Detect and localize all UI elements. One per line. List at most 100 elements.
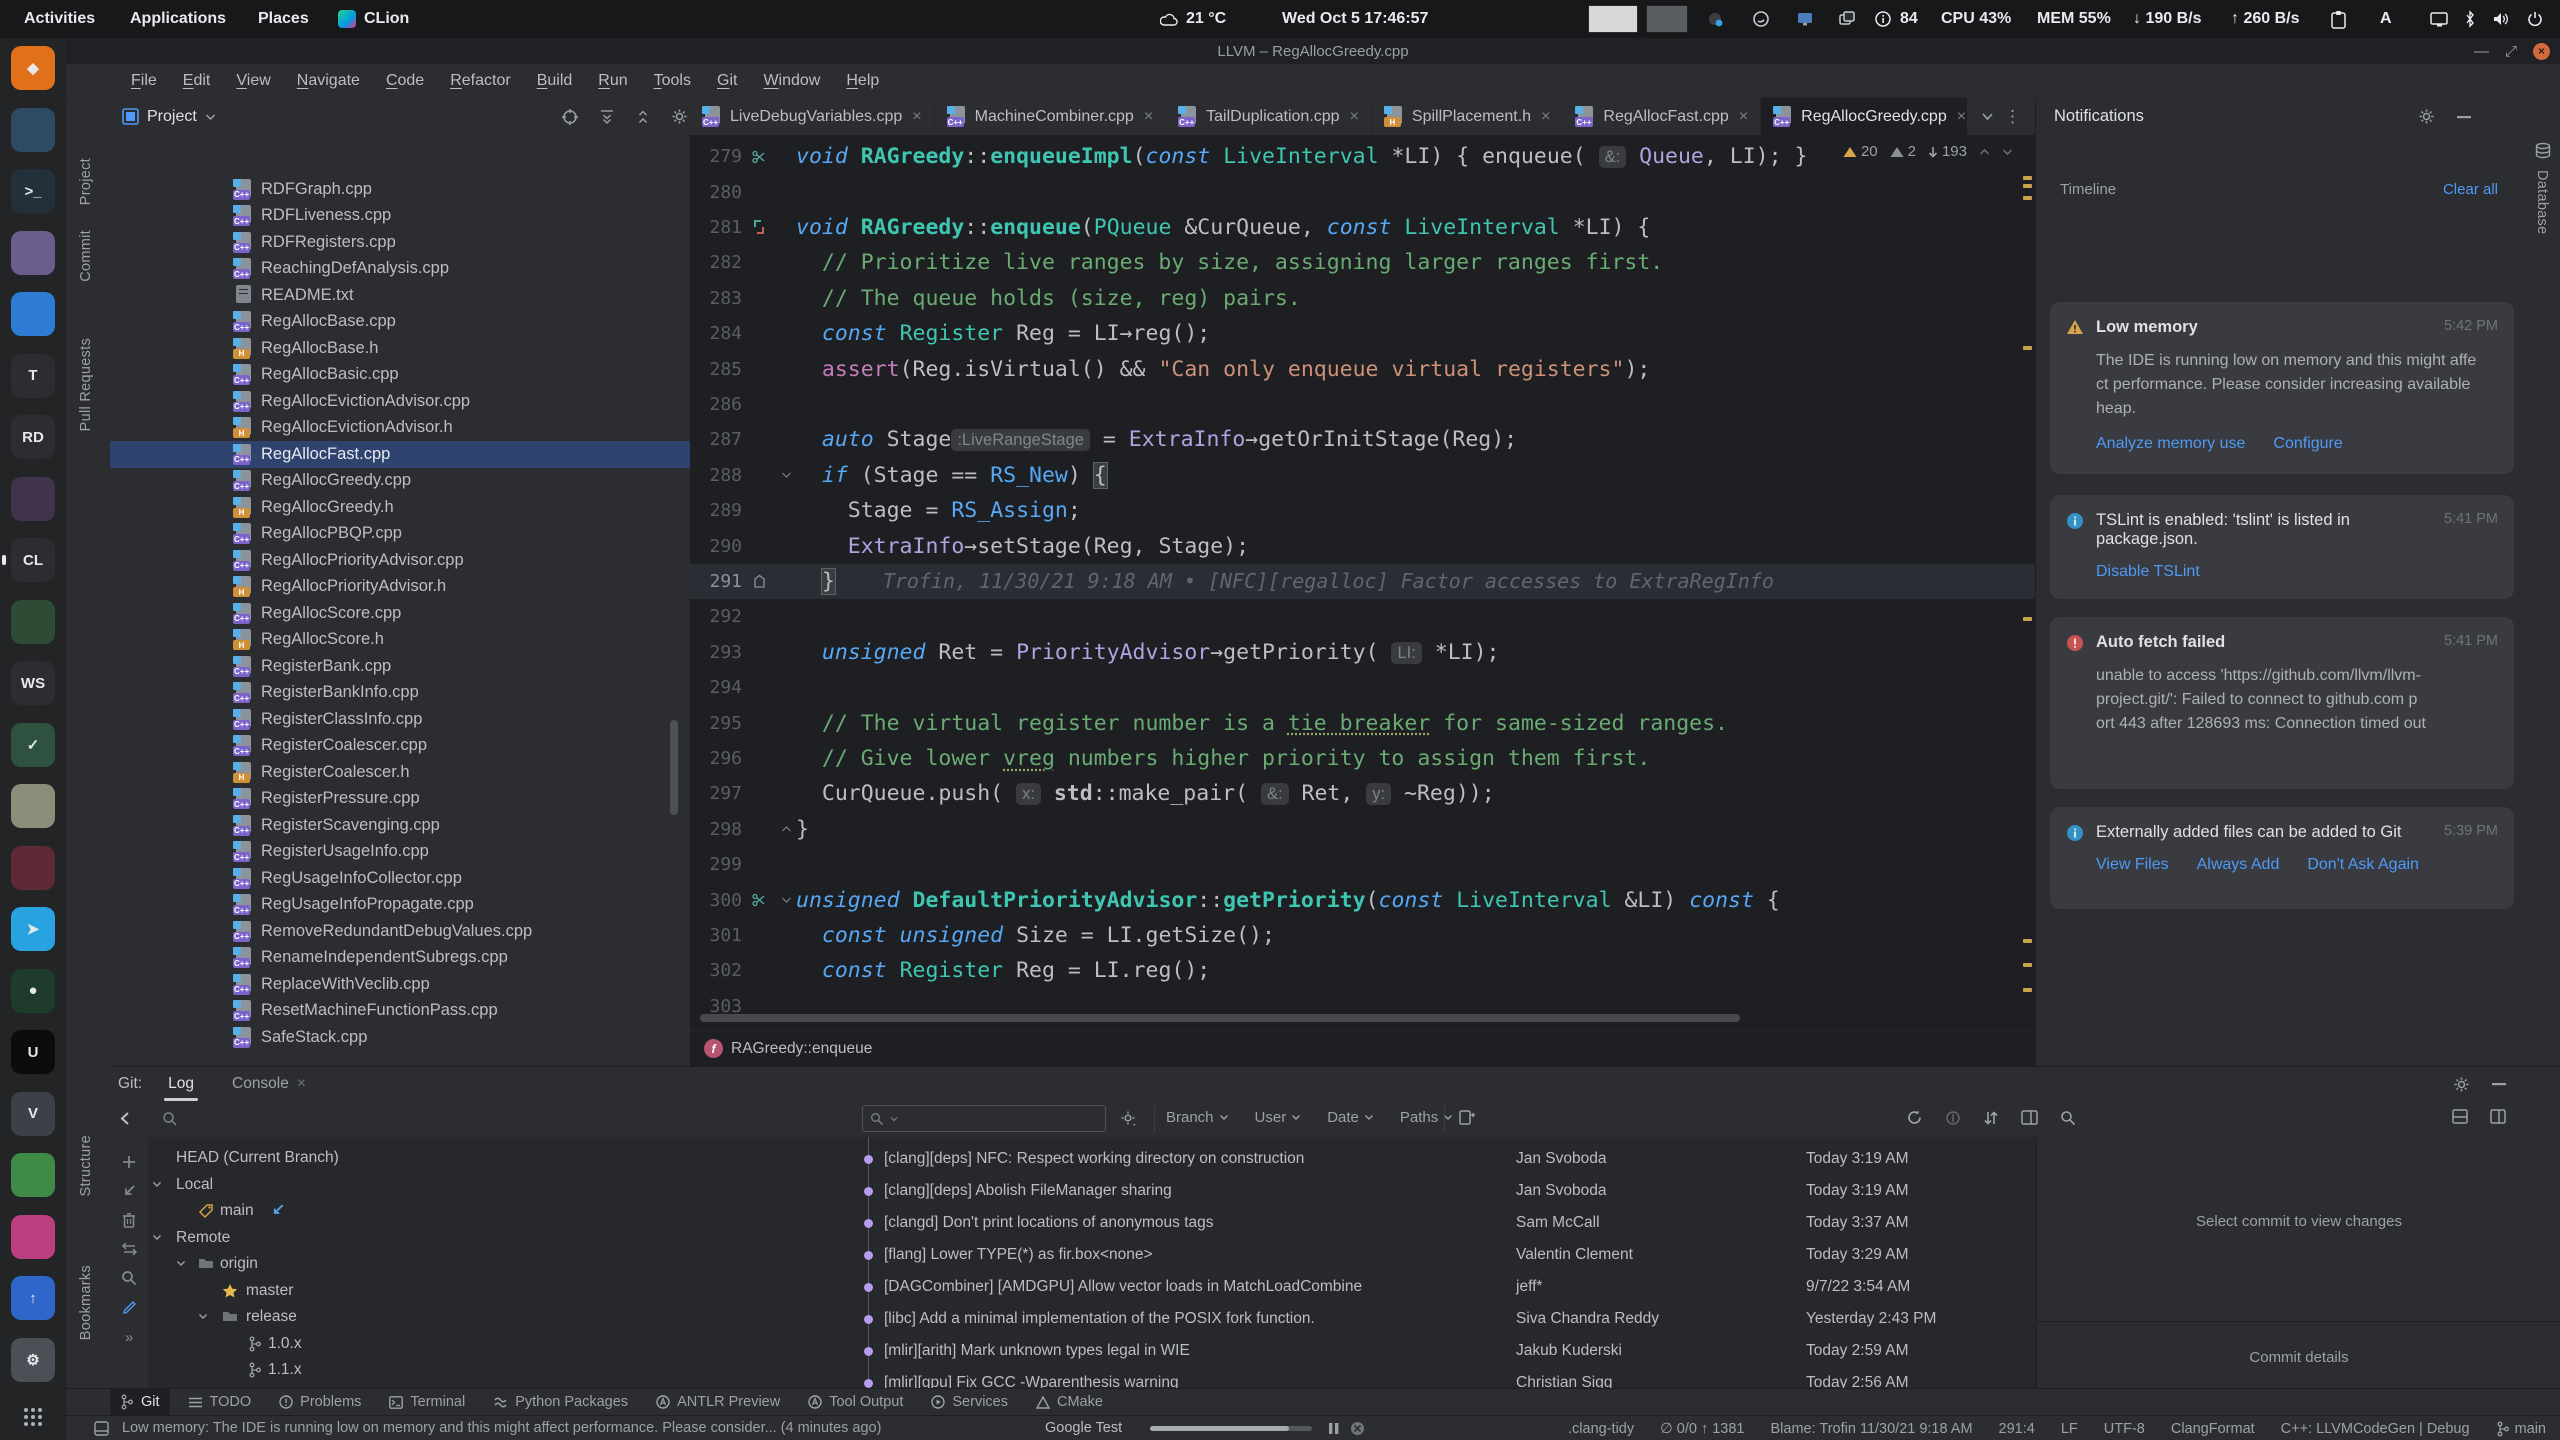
intellisort-icon[interactable] (1458, 1109, 1476, 1128)
window-title-bar[interactable]: LLVM – RegAllocGreedy.cpp — ⤢ × (66, 38, 2560, 64)
notification-link-configure[interactable]: Configure (2273, 435, 2342, 453)
network-up-indicator[interactable]: ↑ 260 B/s (2231, 0, 2299, 38)
tree-file-README.txt[interactable]: README.txt (110, 282, 690, 309)
commit-search-input[interactable] (862, 1105, 1106, 1132)
dock-icon-20[interactable] (11, 1215, 55, 1259)
git-panel-settings-icon[interactable] (2453, 1076, 2470, 1093)
clipboard-icon[interactable] (2330, 0, 2347, 38)
dock-icon-12[interactable]: ✓ (11, 723, 55, 767)
code-line-293[interactable]: 293 unsigned Ret = PriorityAdvisor→getPr… (690, 635, 2035, 670)
tray-icon-1[interactable] (1706, 0, 1724, 38)
tree-file-RegUsageInfoCollector.cpp[interactable]: C++RegUsageInfoCollector.cpp (110, 865, 690, 892)
sidebar-item-bookmarks[interactable]: Bookmarks (78, 1265, 94, 1340)
sidebar-item-project[interactable]: Project (78, 158, 94, 205)
dock-icon-4[interactable] (11, 231, 55, 275)
clock[interactable]: Wed Oct 5 17:46:57 (1282, 0, 1428, 38)
code-line-287[interactable]: 287 auto Stage:LiveRangeStage = ExtraInf… (690, 422, 2035, 457)
locate-file-icon[interactable] (561, 108, 579, 126)
dock-icon-17[interactable]: U (11, 1030, 55, 1074)
tree-file-RDFLiveness.cpp[interactable]: C++RDFLiveness.cpp (110, 203, 690, 230)
tree-file-RDFGraph.cpp[interactable]: C++RDFGraph.cpp (110, 176, 690, 203)
dock-icon-21[interactable]: ↑ (11, 1276, 55, 1320)
hide-git-panel-icon[interactable] (2492, 1082, 2506, 1086)
dock-icon-10[interactable] (11, 600, 55, 644)
warning-stripe-mark[interactable] (2023, 988, 2032, 992)
project-scrollbar[interactable] (670, 720, 678, 815)
tool-window-button-antlr-preview[interactable]: ANTLR Preview (646, 1389, 790, 1416)
active-app-menu[interactable]: CLion (338, 0, 409, 38)
commit-row-2[interactable]: [clang][deps] Abolish FileManager sharin… (858, 1175, 2030, 1207)
warning-stripe-mark[interactable] (2023, 963, 2032, 967)
close-tab-icon[interactable]: × (1957, 108, 1966, 126)
branch-row-Local[interactable]: Local (148, 1172, 848, 1199)
checkout-icon[interactable] (122, 1183, 137, 1198)
tree-file-RegAllocBase.h[interactable]: HRegAllocBase.h (110, 335, 690, 362)
tree-file-RegAllocBasic.cpp[interactable]: C++RegAllocBasic.cpp (110, 362, 690, 389)
volume-icon[interactable] (2492, 0, 2510, 38)
commit-row-6[interactable]: [libc] Add a minimal implementation of t… (858, 1303, 2030, 1335)
fold-marker[interactable] (776, 825, 796, 833)
status-item-7[interactable]: ClangFormat (2171, 1421, 2255, 1437)
tree-file-RegAllocGreedy.cpp[interactable]: C++RegAllocGreedy.cpp (110, 468, 690, 495)
code-line-297[interactable]: 297 CurQueue.push( x: std::make_pair( &:… (690, 776, 2035, 811)
branch-row-1.1.x[interactable]: 1.1.x (148, 1357, 848, 1384)
status-item-1[interactable]: .clang-tidy (1568, 1421, 1634, 1437)
network-down-indicator[interactable]: ↓ 190 B/s (2133, 0, 2201, 38)
status-item-4[interactable]: 291:4 (1999, 1421, 2035, 1437)
sidebar-item-pull-requests[interactable]: Pull Requests (78, 338, 94, 431)
close-button[interactable]: × (2533, 43, 2550, 60)
tree-file-RegisterCoalescer.h[interactable]: HRegisterCoalescer.h (110, 759, 690, 786)
tree-file-RegisterCoalescer.cpp[interactable]: C++RegisterCoalescer.cpp (110, 733, 690, 760)
deep-fetch-icon[interactable] (1945, 1110, 1961, 1126)
code-line-303[interactable]: 303 (690, 989, 2035, 1024)
warning-stripe-mark[interactable] (2023, 196, 2032, 200)
edit-icon[interactable] (122, 1300, 137, 1315)
weather-indicator[interactable]: 21 °C (1160, 0, 1226, 38)
code-line-290[interactable]: 290 ExtraInfo→setStage(Reg, Stage); (690, 528, 2035, 563)
filter-user[interactable]: User (1255, 1109, 1302, 1126)
branch-row-origin[interactable]: origin (148, 1251, 848, 1278)
notification-link-disable-tslint[interactable]: Disable TSLint (2096, 563, 2200, 581)
code-line-285[interactable]: 285 assert(Reg.isVirtual() && "Can only … (690, 351, 2035, 386)
menu-git[interactable]: Git (706, 68, 748, 94)
add-branch-icon[interactable] (122, 1155, 136, 1169)
code-line-289[interactable]: 289 Stage = RS_Assign; (690, 493, 2035, 528)
warning-stripe-mark[interactable] (2023, 939, 2032, 943)
commit-row-1[interactable]: [clang][deps] NFC: Respect working direc… (858, 1143, 2030, 1175)
code-line-288[interactable]: 288 if (Stage == RS_New) { (690, 458, 2035, 493)
display-icon[interactable] (2430, 0, 2449, 38)
workspace-2[interactable] (1646, 5, 1688, 33)
warning-stripe-mark[interactable] (2023, 346, 2032, 350)
details-view-icon[interactable] (2021, 1110, 2038, 1125)
tree-file-RegAllocFast.cpp[interactable]: C++RegAllocFast.cpp (110, 441, 690, 468)
activities-button[interactable]: Activities (24, 0, 95, 38)
tree-file-RegAllocScore.cpp[interactable]: C++RegAllocScore.cpp (110, 600, 690, 627)
tree-file-RegisterPressure.cpp[interactable]: C++RegisterPressure.cpp (110, 786, 690, 813)
close-tab-icon[interactable]: × (1739, 108, 1748, 126)
delete-branch-icon[interactable] (122, 1212, 136, 1228)
tool-window-button-cmake[interactable]: CMake (1026, 1389, 1113, 1416)
tree-file-RegAllocEvictionAdvisor.cpp[interactable]: C++RegAllocEvictionAdvisor.cpp (110, 388, 690, 415)
code-line-284[interactable]: 284 const Register Reg = LI→reg(); (690, 316, 2035, 351)
code-line-283[interactable]: 283 // The queue holds (size, reg) pairs… (690, 281, 2035, 316)
notification-link-don-t-ask-again[interactable]: Don't Ask Again (2307, 856, 2419, 874)
branch-row-1.0.x[interactable]: 1.0.x (148, 1331, 848, 1358)
branch-search-icon[interactable] (121, 1270, 137, 1286)
warning-stripe-mark[interactable] (2023, 617, 2032, 621)
project-panel-header[interactable]: Project (110, 98, 690, 135)
branch-row-master[interactable]: master (148, 1278, 848, 1305)
system-info-indicator[interactable]: 84 (1874, 0, 1918, 38)
tool-window-button-tool-output[interactable]: Tool Output (798, 1389, 913, 1416)
tree-file-RegisterScavenging.cpp[interactable]: C++RegisterScavenging.cpp (110, 812, 690, 839)
chevron-down-icon[interactable] (176, 1260, 186, 1267)
workspace-switcher[interactable] (1588, 0, 1688, 38)
commit-row-7[interactable]: [mlir][arith] Mark unknown types legal i… (858, 1335, 2030, 1367)
tab-RegAllocFast.cpp[interactable]: C++RegAllocFast.cpp× (1563, 98, 1761, 135)
branch-row-HEAD-Current-Branch-[interactable]: HEAD (Current Branch) (148, 1145, 848, 1172)
menu-edit[interactable]: Edit (172, 68, 222, 94)
tool-window-button-services[interactable]: Services (921, 1389, 1018, 1416)
tree-file-RegAllocScore.h[interactable]: HRegAllocScore.h (110, 627, 690, 654)
panel-settings-icon[interactable] (671, 108, 688, 125)
menu-navigate[interactable]: Navigate (286, 68, 371, 94)
layout-options-icon[interactable] (2490, 1109, 2506, 1124)
